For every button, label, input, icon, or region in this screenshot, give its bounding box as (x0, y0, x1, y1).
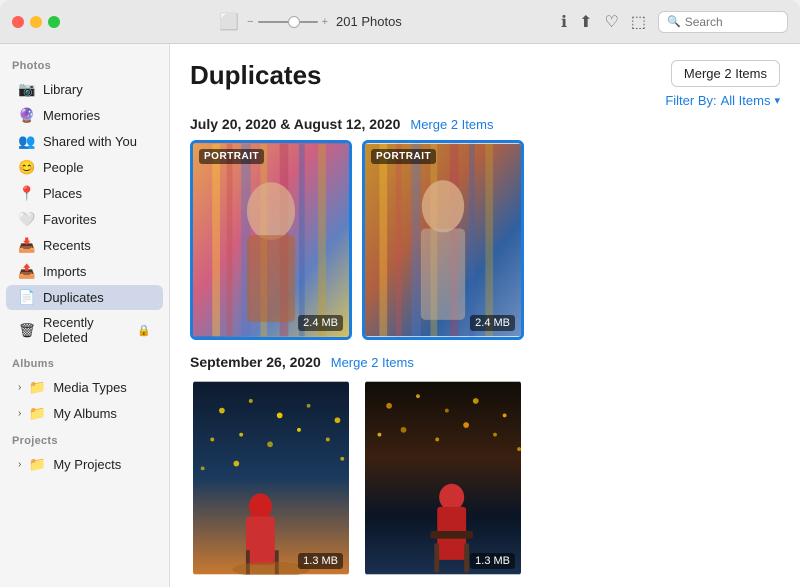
info-icon[interactable]: ℹ (561, 12, 567, 32)
sidebar: Photos 📷 Library 🔮 Memories 👥 Shared wit… (0, 44, 170, 587)
sidebar-item-library[interactable]: 📷 Library (6, 77, 163, 102)
sidebar-label-recently-deleted: Recently Deleted (43, 315, 126, 345)
places-icon: 📍 (18, 185, 36, 202)
date-group-2: September 26, 2020 Merge 2 Items (190, 354, 780, 578)
sidebar-item-duplicates[interactable]: 📄 Duplicates (6, 285, 163, 310)
chevron-icon: › (18, 408, 21, 419)
sidebar-label-media-types: Media Types (53, 380, 126, 395)
imports-icon: 📤 (18, 263, 36, 280)
photos-section-label: Photos (0, 52, 169, 76)
filter-chevron-icon: ▾ (774, 94, 780, 107)
share-icon[interactable]: ⬆ (579, 12, 592, 32)
sidebar-group-my-projects[interactable]: › 📁 My Projects (6, 452, 163, 477)
sidebar-item-memories[interactable]: 🔮 Memories (6, 103, 163, 128)
merge-all-button[interactable]: Merge 2 Items (671, 60, 780, 87)
sidebar-item-favorites[interactable]: 🤍 Favorites (6, 207, 163, 232)
content-area: Duplicates Merge 2 Items Filter By: All … (170, 44, 800, 587)
shared-icon: 👥 (18, 133, 36, 150)
merge-link-1[interactable]: Merge 2 Items (410, 117, 493, 132)
lock-icon: 🔒 (137, 324, 151, 337)
toolbar-actions: ℹ ⬆ ♡ ⬚ 🔍 (561, 11, 788, 33)
my-albums-folder-icon: 📁 (28, 405, 46, 422)
sidebar-item-places[interactable]: 📍 Places (6, 181, 163, 206)
sidebar-label-recents: Recents (43, 238, 91, 253)
merge-link-2[interactable]: Merge 2 Items (331, 355, 414, 370)
date-label-2: September 26, 2020 (190, 354, 321, 370)
search-box[interactable]: 🔍 (658, 11, 788, 33)
size-badge: 2.4 MB (470, 315, 515, 331)
favorites-icon: 🤍 (18, 211, 36, 228)
sidebar-label-duplicates: Duplicates (43, 290, 104, 305)
date-header-1: July 20, 2020 & August 12, 2020 Merge 2 … (190, 116, 780, 132)
filter-bar: Filter By: All Items ▾ (665, 93, 780, 108)
photos-grid-2: 1.3 MB (190, 378, 780, 578)
filter-label: Filter By: (665, 93, 716, 108)
sidebar-label-my-projects: My Projects (53, 457, 121, 472)
size-badge: 1.3 MB (470, 553, 515, 569)
photos-grid-1: PORTRAIT 2.4 MB (190, 140, 780, 340)
date-header-2: September 26, 2020 Merge 2 Items (190, 354, 780, 370)
trash-icon: 🗑 (18, 322, 36, 339)
media-types-folder-icon: 📁 (28, 379, 46, 396)
my-projects-folder-icon: 📁 (28, 456, 46, 473)
portrait-badge: PORTRAIT (371, 149, 436, 164)
sidebar-group-my-albums[interactable]: › 📁 My Albums (6, 401, 163, 426)
page-title: Duplicates (190, 60, 322, 91)
library-icon: 📷 (18, 81, 36, 98)
sidebar-item-imports[interactable]: 📤 Imports (6, 259, 163, 284)
albums-section-label: Albums (0, 350, 169, 374)
date-group-1: July 20, 2020 & August 12, 2020 Merge 2 … (190, 116, 780, 340)
sidebar-label-memories: Memories (43, 108, 100, 123)
sidebar-toggle-icon[interactable]: ⬜ (219, 12, 239, 32)
size-badge: 2.4 MB (298, 315, 343, 331)
sidebar-group-media-types[interactable]: › 📁 Media Types (6, 375, 163, 400)
sidebar-item-recently-deleted[interactable]: 🗑 Recently Deleted 🔒 (6, 311, 163, 349)
sidebar-label-my-albums: My Albums (53, 406, 117, 421)
filter-value[interactable]: All Items (721, 93, 771, 108)
chevron-icon: › (18, 382, 21, 393)
minimize-button[interactable] (30, 16, 42, 28)
sidebar-label-imports: Imports (43, 264, 86, 279)
people-icon: 😊 (18, 159, 36, 176)
sidebar-item-people[interactable]: 😊 People (6, 155, 163, 180)
search-input[interactable] (685, 15, 779, 29)
toolbar-center: ⬜ − + 201 Photos (72, 12, 549, 32)
maximize-button[interactable] (48, 16, 60, 28)
photo-count: 201 Photos (336, 14, 402, 29)
crop-icon[interactable]: ⬚ (631, 12, 646, 32)
zoom-slider[interactable]: − + (247, 16, 328, 28)
size-badge: 1.3 MB (298, 553, 343, 569)
search-icon: 🔍 (667, 15, 681, 28)
photo-card[interactable]: 1.3 MB (362, 378, 524, 578)
traffic-lights (12, 16, 60, 28)
heart-icon[interactable]: ♡ (605, 12, 619, 32)
recents-icon: 📥 (18, 237, 36, 254)
chevron-icon: › (18, 459, 21, 470)
sidebar-label-favorites: Favorites (43, 212, 96, 227)
photo-card[interactable]: 1.3 MB (190, 378, 352, 578)
sidebar-label-library: Library (43, 82, 83, 97)
sidebar-label-shared: Shared with You (43, 134, 137, 149)
photo-card[interactable]: PORTRAIT 2.4 MB (190, 140, 352, 340)
sidebar-item-recents[interactable]: 📥 Recents (6, 233, 163, 258)
content-header: Duplicates Merge 2 Items Filter By: All … (190, 60, 780, 108)
memories-icon: 🔮 (18, 107, 36, 124)
projects-section-label: Projects (0, 427, 169, 451)
date-label-1: July 20, 2020 & August 12, 2020 (190, 116, 400, 132)
sidebar-item-shared-with-you[interactable]: 👥 Shared with You (6, 129, 163, 154)
main-layout: Photos 📷 Library 🔮 Memories 👥 Shared wit… (0, 44, 800, 587)
sidebar-label-places: Places (43, 186, 82, 201)
title-bar: ⬜ − + 201 Photos ℹ ⬆ ♡ ⬚ 🔍 (0, 0, 800, 44)
portrait-badge: PORTRAIT (199, 149, 264, 164)
photo-card[interactable]: PORTRAIT 2.4 MB (362, 140, 524, 340)
close-button[interactable] (12, 16, 24, 28)
sidebar-label-people: People (43, 160, 83, 175)
duplicates-icon: 📄 (18, 289, 36, 306)
